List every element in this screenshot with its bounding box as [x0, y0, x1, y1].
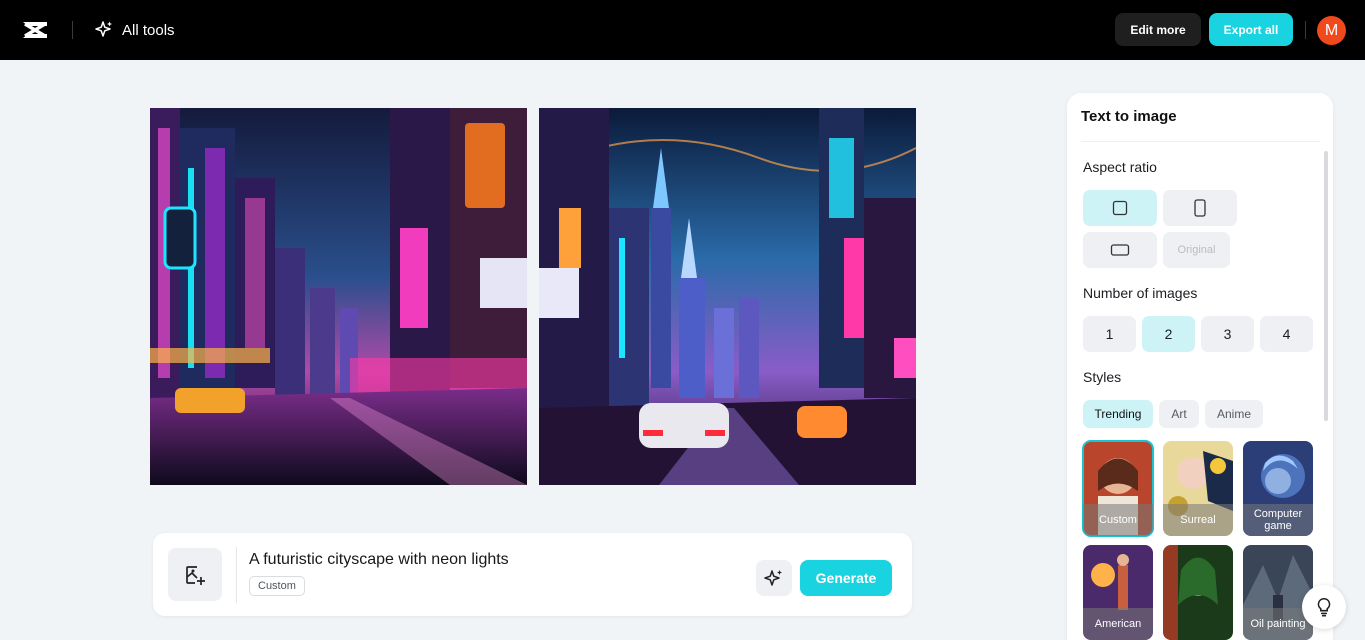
- number-option-1[interactable]: 1: [1083, 316, 1136, 352]
- header-divider: [72, 21, 73, 39]
- prompt-bar: A futuristic cityscape with neon lights …: [153, 533, 912, 616]
- top-bar: All tools Edit more Export all M: [0, 0, 1365, 60]
- aspect-ratio-square-button[interactable]: [1083, 190, 1157, 226]
- number-option-4[interactable]: 4: [1260, 316, 1313, 352]
- style-card-custom[interactable]: Custom: [1082, 440, 1154, 537]
- all-tools-button[interactable]: All tools: [94, 18, 175, 42]
- tab-art[interactable]: Art: [1159, 400, 1199, 428]
- avatar[interactable]: M: [1317, 16, 1346, 45]
- add-image-button[interactable]: [168, 548, 222, 601]
- panel-scrollbar[interactable]: [1324, 151, 1328, 421]
- style-tag[interactable]: Custom: [249, 576, 305, 596]
- style-card-label: American: [1083, 608, 1153, 640]
- panel-divider: [1081, 141, 1320, 142]
- sparkle-icon: [95, 21, 112, 37]
- style-card-american[interactable]: American: [1083, 545, 1153, 640]
- style-card-label: Computer game: [1243, 504, 1313, 536]
- portrait-ratio-icon: [1194, 199, 1206, 217]
- landscape-ratio-icon: [1110, 244, 1130, 256]
- lightbulb-icon: [1317, 597, 1331, 617]
- style-card-neon[interactable]: [1163, 545, 1233, 640]
- all-tools-label: All tools: [122, 21, 175, 39]
- magic-prompt-button[interactable]: [756, 560, 792, 596]
- aspect-ratio-original-button: Original: [1163, 232, 1230, 268]
- style-card-label: Custom: [1083, 504, 1153, 536]
- number-option-2[interactable]: 2: [1142, 316, 1195, 352]
- aspect-ratio-portrait-button[interactable]: [1163, 190, 1237, 226]
- prompt-divider: [236, 547, 237, 603]
- generated-image-2[interactable]: [539, 108, 916, 485]
- generate-button[interactable]: Generate: [800, 560, 892, 596]
- style-card-computer-game[interactable]: Computer game: [1243, 441, 1313, 536]
- aspect-ratio-landscape-button[interactable]: [1083, 232, 1157, 268]
- tab-anime[interactable]: Anime: [1205, 400, 1263, 428]
- sparkle-icon: [764, 570, 782, 586]
- prompt-input[interactable]: A futuristic cityscape with neon lights: [249, 551, 509, 569]
- capcut-logo-icon[interactable]: [20, 16, 50, 44]
- aspect-ratio-label: Aspect ratio: [1083, 159, 1157, 175]
- square-ratio-icon: [1112, 200, 1128, 216]
- header-divider: [1305, 21, 1306, 39]
- edit-more-button[interactable]: Edit more: [1115, 13, 1201, 46]
- text-to-image-panel: Text to image Aspect ratio Original Numb…: [1067, 93, 1333, 640]
- panel-title: Text to image: [1081, 108, 1177, 125]
- add-image-icon: [186, 565, 205, 585]
- generated-image-1[interactable]: [150, 108, 527, 485]
- style-card-surreal[interactable]: Surreal: [1163, 441, 1233, 536]
- number-of-images-label: Number of images: [1083, 285, 1198, 301]
- tab-trending[interactable]: Trending: [1083, 400, 1153, 428]
- styles-label: Styles: [1083, 369, 1122, 385]
- export-all-button[interactable]: Export all: [1209, 13, 1293, 46]
- number-option-3[interactable]: 3: [1201, 316, 1254, 352]
- style-card-oil-painting[interactable]: Oil painting: [1243, 545, 1313, 640]
- tips-button[interactable]: [1302, 585, 1346, 629]
- style-card-label: Surreal: [1163, 504, 1233, 536]
